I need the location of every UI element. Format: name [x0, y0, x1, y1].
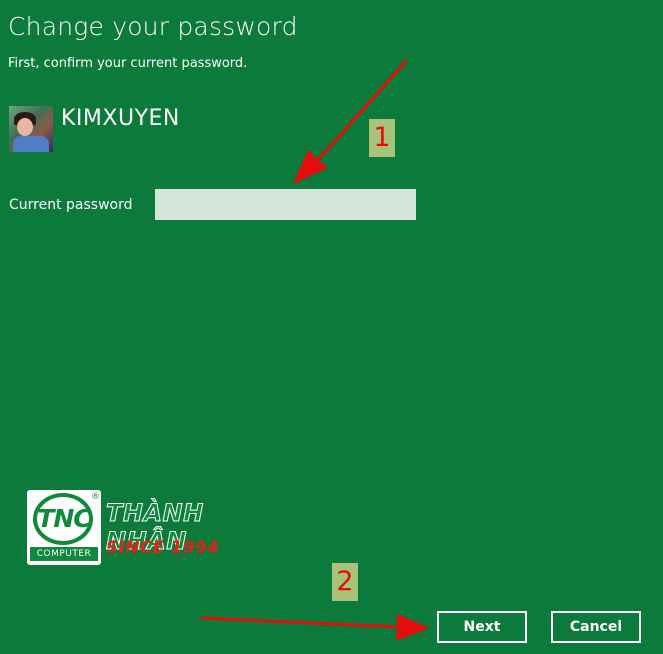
page-title: Change your password: [8, 12, 298, 41]
next-button[interactable]: Next: [437, 611, 527, 643]
user-account-row: KIMXUYEN: [9, 106, 180, 152]
step-2-badge: 2: [332, 563, 358, 601]
username: KIMXUYEN: [61, 106, 180, 131]
step-1-badge: 1: [369, 119, 395, 157]
cancel-button[interactable]: Cancel: [551, 611, 641, 643]
arrow-2-line: [200, 616, 401, 629]
logo-computer-text: COMPUTER: [30, 547, 98, 561]
current-password-input[interactable]: [155, 189, 416, 220]
page-subtitle: First, confirm your current password.: [8, 56, 248, 71]
tnc-logo-badge: TNC ® COMPUTER: [27, 490, 101, 565]
logo-tnc-text: TNC: [37, 504, 91, 533]
current-password-label: Current password: [9, 197, 133, 213]
arrow-2-head: [396, 614, 430, 641]
logo-since-text: SINCE 1994: [106, 538, 220, 558]
avatar: [9, 106, 53, 152]
logo-registered-mark: ®: [91, 492, 100, 502]
tnc-watermark-logo: TNC ® COMPUTER THÀNH NHÂN SINCE 1994: [27, 490, 289, 566]
arrow-1-head: [293, 150, 328, 184]
